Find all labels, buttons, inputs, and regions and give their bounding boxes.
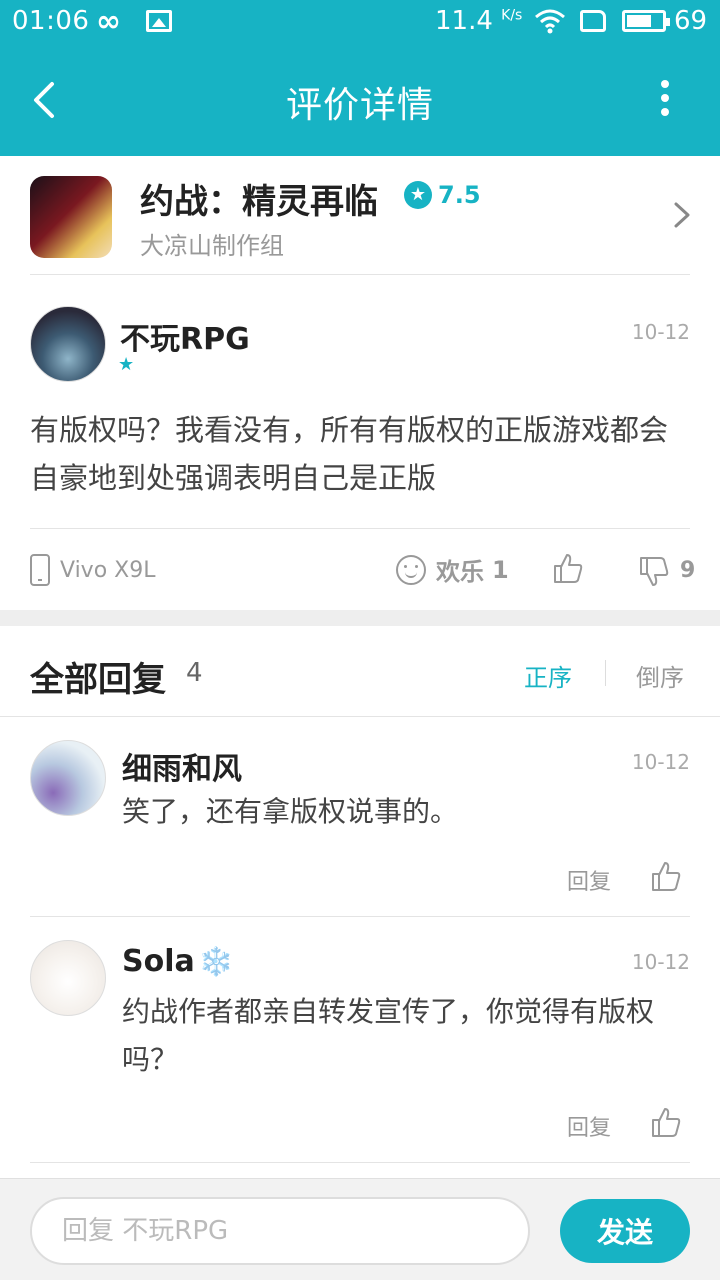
reply-username-text: Sola [122,944,195,979]
mood-button[interactable]: 欢乐 1 [396,552,509,587]
avatar[interactable] [30,940,106,1016]
network-speed-value: 11.4 [435,6,493,36]
reply-username[interactable]: Sola ❄️ [122,944,234,979]
game-name: 约战：精灵再临 [140,182,378,222]
game-developer: 大凉山制作组 [140,232,284,260]
avatar[interactable] [30,740,106,816]
wifi-icon [535,9,565,34]
review-card: 不玩RPG ★ 10-12 有版权吗？我看没有，所有有版权的正版游戏都会自豪地到… [0,276,720,610]
reply-button[interactable]: 回复 [567,864,611,896]
mood-label: 欢乐 [436,558,484,586]
reply-item: Sola ❄️ 10-12 约战作者都亲自转发宣传了，你觉得有版权吗？ 回复 [0,916,720,1162]
sim-icon [580,10,606,32]
reply-item: 细雨和风 10-12 笑了，还有拿版权说事的。 回复 [0,716,720,916]
divider [30,528,690,529]
reply-date: 10-12 [631,950,690,974]
reply-input[interactable] [30,1197,530,1265]
device-name: Vivo X9L [60,557,156,583]
replies-count: 4 [186,658,203,688]
reply-text: 约战作者都亲自转发宣传了，你觉得有版权吗？ [122,995,655,1076]
status-bar: 01:06 ∞ 11.4 K/s 69 [0,0,720,46]
divider [30,1162,690,1163]
reply-date: 10-12 [631,750,690,774]
game-rating: ★ 7.5 [404,178,481,212]
game-icon [30,176,112,258]
image-icon [146,10,172,32]
user-level-star-icon: ★ [118,354,135,375]
reply-composer: 发送 [0,1178,720,1280]
reply-username[interactable]: 细雨和风 [122,744,242,788]
thumbs-up-icon[interactable] [650,1106,682,1138]
sort-ascending-tab[interactable]: 正序 [524,658,572,693]
chevron-right-icon[interactable] [670,198,694,232]
reply-button[interactable]: 回复 [567,1110,611,1142]
snowflake-badge-icon: ❄️ [198,945,234,978]
top-nav-bar: 评价详情 [0,46,720,156]
game-info-card[interactable]: 约战：精灵再临 ★ 7.5 大凉山制作组 [0,156,720,276]
review-username[interactable]: 不玩RPG [120,314,250,358]
battery-icon [622,10,670,32]
replies-header: 全部回复 4 正序 倒序 [0,626,720,716]
review-date: 10-12 [631,320,690,344]
status-time: 01:06 [12,6,90,36]
device-info: Vivo X9L [30,554,155,586]
smile-icon [396,554,426,585]
phone-icon [30,554,50,586]
dislike-count: 9 [680,558,696,583]
review-content: 有版权吗？我看没有，所有有版权的正版游戏都会自豪地到处强调表明自己是正版 [30,413,669,495]
more-options-icon[interactable] [650,80,680,120]
avatar[interactable] [30,306,106,382]
review-actions: Vivo X9L 欢乐 1 9 [0,530,720,610]
thumbs-up-icon[interactable] [552,552,584,584]
thumbs-up-icon[interactable] [650,860,682,892]
sort-separator [605,660,606,686]
send-button[interactable]: 发送 [560,1199,690,1263]
section-gap [0,610,720,626]
rating-star-icon: ★ [404,181,432,209]
replies-title: 全部回复 [30,660,166,700]
divider [30,274,690,275]
network-speed-unit: K/s [501,7,523,24]
page-title: 评价详情 [285,85,434,126]
network-speed: 11.4 K/s [435,6,522,36]
battery-percent: 69 [674,6,708,36]
reply-text: 笑了，还有拿版权说事的。 [122,795,459,828]
sort-descending-tab[interactable]: 倒序 [636,658,684,693]
mood-count: 1 [492,555,509,584]
rating-value: 7.5 [438,181,481,209]
infinity-icon: ∞ [96,4,121,39]
thumbs-down-icon[interactable] [638,556,670,588]
